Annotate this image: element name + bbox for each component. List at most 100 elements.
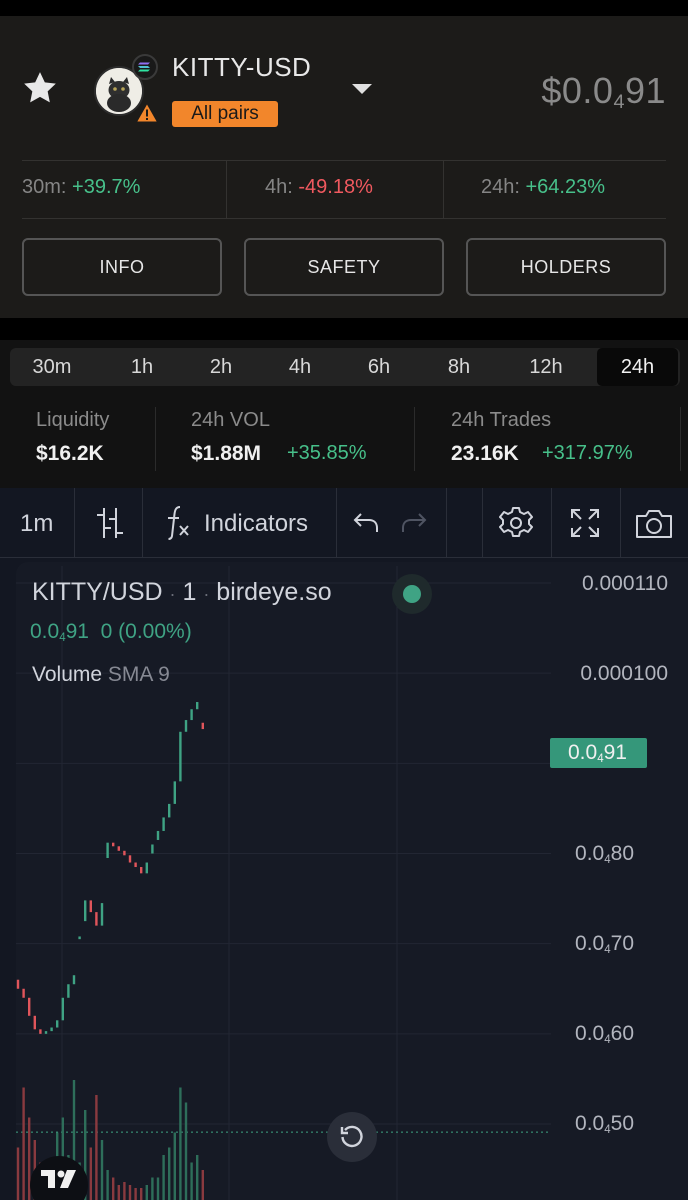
volume-bar [179, 1087, 182, 1200]
candle [67, 984, 70, 998]
price-axis-label: 0.0480 [575, 842, 634, 866]
volume-bar [162, 1155, 165, 1200]
volume-bar [156, 1177, 160, 1200]
indicators-label: Indicators [204, 510, 309, 537]
fullscreen-icon[interactable] [569, 507, 601, 539]
timeframe-12h[interactable]: 12h [504, 348, 588, 386]
candle [22, 988, 25, 998]
timeframe-1h[interactable]: 1h [102, 348, 182, 386]
trades-change: +317.97% [542, 442, 633, 464]
timeframe-30m[interactable]: 30m [10, 348, 94, 386]
divider [680, 407, 681, 471]
price-chart[interactable] [0, 558, 688, 1200]
undo-icon[interactable] [352, 510, 380, 536]
volume-bar [190, 1162, 193, 1200]
candle [179, 731, 182, 782]
change-30m: 30m: +39.7% [22, 176, 141, 198]
volume-bar [134, 1188, 137, 1200]
candle [78, 936, 81, 940]
volume-bar [89, 1147, 92, 1200]
candle [156, 830, 160, 840]
indicators-button[interactable]: Indicators [158, 488, 330, 558]
interval-button[interactable]: 1m [20, 510, 53, 538]
volume-bar [168, 1147, 171, 1200]
safety-button[interactable]: SAFETY [244, 238, 444, 296]
price-axis-label: 0.000110 [581, 572, 668, 595]
bar-style-icon[interactable] [94, 506, 126, 540]
candle [95, 912, 98, 926]
divider [22, 160, 666, 161]
chart-legend-title: KITTY/USD · 1 · birdeye.so [32, 578, 332, 606]
candle [33, 1015, 36, 1030]
volume-bar [123, 1182, 126, 1200]
toolbar-divider [336, 488, 337, 558]
legend-symbol: KITTY/USD [32, 578, 163, 606]
volume-label: 24h VOL [191, 409, 270, 431]
timeframe-2h[interactable]: 2h [181, 348, 261, 386]
camera-icon[interactable] [634, 508, 674, 540]
star-icon[interactable] [20, 68, 60, 108]
volume-bar [16, 1147, 20, 1200]
tradingview-logo-mark [41, 1170, 76, 1188]
candle [140, 867, 143, 874]
volume-bar [22, 1087, 25, 1200]
market-stats: Liquidity $16.2K 24h VOL $1.88M +35.85% … [0, 393, 688, 488]
volume-value: $1.88M [191, 442, 262, 465]
liquidity-label: Liquidity [36, 409, 110, 431]
divider [22, 218, 666, 219]
market-status-indicator[interactable] [392, 574, 432, 614]
divider [443, 160, 444, 218]
holders-button[interactable]: HOLDERS [466, 238, 666, 296]
info-button[interactable]: INFO [22, 238, 222, 296]
price-axis-label: 0.0460 [575, 1022, 634, 1046]
timeframe-6h[interactable]: 6h [339, 348, 419, 386]
solana-badge-icon [132, 54, 158, 80]
volume-bar [145, 1185, 148, 1200]
volume-bar [95, 1095, 98, 1200]
last-price-tag: 0.0491 [550, 738, 647, 768]
timeframe-24h[interactable]: 24h [597, 348, 678, 386]
warning-icon [135, 102, 159, 123]
candle [84, 900, 87, 922]
volume-bar [173, 1132, 176, 1200]
candle [162, 817, 165, 831]
timeframe-strip: 30m 1h 2h 4h 6h 8h 12h 24h [0, 340, 688, 393]
change-4h: 4h: -49.18% [265, 176, 373, 198]
candle [112, 842, 115, 847]
legend-ohlc: 0.0491 0 (0.00%) [30, 620, 192, 644]
candle [39, 1029, 42, 1034]
volume-bar [184, 1102, 188, 1200]
volume-bar [117, 1185, 120, 1200]
divider [155, 407, 156, 471]
candle [100, 903, 104, 926]
candle [72, 975, 76, 985]
toolbar-divider [446, 488, 447, 558]
token-avatar-group[interactable] [94, 54, 159, 123]
status-bar-area [0, 0, 688, 16]
all-pairs-badge[interactable]: All pairs [172, 101, 278, 127]
legend-volume[interactable]: Volume SMA 9 [32, 663, 170, 687]
gear-icon[interactable] [498, 505, 534, 541]
candle [196, 702, 199, 710]
reset-chart-button[interactable] [327, 1112, 377, 1162]
trades-value: 23.16K [451, 442, 519, 465]
volume-change: +35.85% [287, 442, 367, 464]
redo-icon[interactable] [400, 510, 428, 536]
liquidity-value: $16.2K [36, 442, 104, 465]
chart-toolbar: 1m Indicators [0, 488, 688, 558]
trades-label: 24h Trades [451, 409, 552, 431]
candle [50, 1027, 53, 1032]
candle [173, 781, 176, 804]
timeframe-4h[interactable]: 4h [260, 348, 340, 386]
chart-canvas[interactable] [0, 558, 688, 1200]
timeframe-8h[interactable]: 8h [419, 348, 499, 386]
candle [89, 900, 92, 913]
caret-down-icon[interactable] [350, 82, 374, 96]
candle [123, 850, 126, 856]
candle [44, 1031, 48, 1034]
fx-icon [168, 506, 189, 540]
candle [190, 709, 193, 721]
candle [61, 997, 64, 1021]
divider [414, 407, 415, 471]
toolbar-divider [482, 488, 483, 558]
